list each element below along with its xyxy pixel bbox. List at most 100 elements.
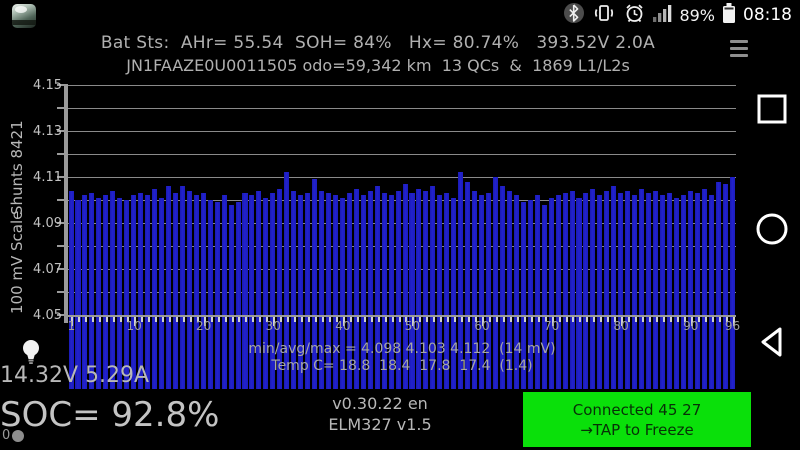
x-axis-tick (357, 317, 359, 322)
android-status-bar: 89% 08:18 (0, 0, 800, 30)
x-axis-tick (524, 317, 526, 322)
x-axis-tick (322, 317, 324, 322)
y-axis-label-scale: 100 mV Scale (8, 205, 26, 320)
aux-voltage-current-readout: 14.32V 5.29A (0, 363, 149, 388)
x-axis-tick (78, 317, 80, 322)
x-axis-tick (218, 317, 220, 322)
x-axis-tick (308, 317, 310, 322)
x-axis-tick (232, 317, 234, 322)
x-axis-tick (378, 317, 380, 322)
gridline (68, 85, 736, 86)
tap-to-freeze-text: →TAP to Freeze (580, 420, 693, 440)
x-axis-tick (433, 317, 435, 322)
x-axis-tick (364, 317, 366, 322)
gray-dot-icon (12, 430, 24, 442)
app-screen: 4.154.134.114.094.074.051102030405060708… (0, 0, 800, 450)
home-circle-icon (754, 211, 790, 247)
x-axis-tick (329, 317, 331, 322)
x-axis-tick (426, 317, 428, 322)
x-axis-tick (517, 317, 519, 322)
x-axis-tick (225, 317, 227, 322)
x-axis-tick (572, 317, 574, 322)
signal-strength-icon (653, 3, 672, 27)
x-axis-tick (496, 317, 498, 322)
y-tick-label: 4.15 (28, 78, 62, 93)
x-axis-tick (663, 317, 665, 322)
x-axis-tick (148, 317, 150, 322)
x-axis-tick (92, 317, 94, 322)
corner-status: 0 (2, 428, 24, 443)
x-axis-tick (315, 317, 317, 322)
x-tick-label: 96 (725, 319, 740, 333)
x-axis-tick (670, 317, 672, 322)
x-axis-tick (586, 317, 588, 322)
version-info: v0.30.22 en ELM327 v1.5 (290, 393, 470, 435)
x-axis-tick (155, 317, 157, 322)
x-axis-tick (99, 317, 101, 322)
y-tick-label: 4.13 (28, 124, 62, 139)
x-axis-tick (600, 317, 602, 322)
connect-status-text: Connected 45 27 (573, 400, 701, 420)
hamburger-menu-icon[interactable] (730, 40, 748, 61)
back-button[interactable] (753, 323, 791, 361)
y-axis-line (64, 85, 68, 323)
x-axis-tick (294, 317, 296, 322)
x-axis-tick (113, 317, 115, 322)
x-axis-tick (468, 317, 470, 322)
leafspy-app-icon (12, 4, 36, 28)
x-axis-tick (649, 317, 651, 322)
vin-odometer-header: JN1FAAZE0U0011505 odo=59,342 km 13 QCs &… (0, 56, 756, 75)
gridline (68, 154, 736, 155)
x-axis-tick (183, 317, 185, 322)
y-tick-label: 4.09 (28, 216, 62, 231)
soc-readout: SOC= 92.8% (0, 395, 219, 435)
home-button[interactable] (753, 210, 791, 248)
x-axis-tick (454, 317, 456, 322)
x-axis-tick (531, 317, 533, 322)
x-axis-tick (712, 317, 714, 322)
app-version-text: v0.30.22 en (290, 393, 470, 414)
x-axis-tick (440, 317, 442, 322)
gridline (68, 131, 736, 132)
x-axis-tick (85, 317, 87, 322)
corner-value-text: 0 (2, 428, 10, 443)
recents-button[interactable] (753, 90, 791, 128)
x-axis-tick (176, 317, 178, 322)
x-axis-tick (190, 317, 192, 322)
x-tick-label: 10 (126, 319, 141, 333)
x-axis-tick (579, 317, 581, 322)
x-axis-tick (677, 317, 679, 322)
back-triangle-icon (754, 324, 790, 360)
x-tick-label: 90 (683, 319, 698, 333)
vibrate-icon (592, 2, 616, 28)
x-axis-tick (705, 317, 707, 322)
x-tick-label: 1 (68, 319, 76, 333)
x-axis-tick (238, 317, 240, 322)
x-axis-tick (642, 317, 644, 322)
x-axis-tick (461, 317, 463, 322)
x-axis-tick (503, 317, 505, 322)
x-axis-tick (169, 317, 171, 322)
x-axis-tick (162, 317, 164, 322)
x-axis-tick (106, 317, 108, 322)
min-avg-max-annotation: min/avg/max = 4.098 4.103 4.112 (14 mV) (68, 341, 736, 357)
x-axis-tick (566, 317, 568, 322)
gridline (68, 177, 736, 178)
battery-percent-text: 89% (679, 6, 715, 25)
x-axis-tick (538, 317, 540, 322)
x-axis-tick (385, 317, 387, 322)
x-axis-tick (447, 317, 449, 322)
x-axis-tick (593, 317, 595, 322)
x-axis-tick (301, 317, 303, 322)
bluetooth-icon (563, 2, 585, 28)
connected-freeze-button[interactable]: Connected 45 27 →TAP to Freeze (523, 392, 751, 447)
x-axis-tick (719, 317, 721, 322)
x-axis-tick (259, 317, 261, 322)
x-axis-tick (510, 317, 512, 322)
battery-stats-header: Bat Sts: AHr= 55.54 SOH= 84% Hx= 80.74% … (0, 33, 756, 53)
x-tick-label: 20 (196, 319, 211, 333)
y-tick-label: 4.07 (28, 262, 62, 277)
recents-square-icon (755, 92, 789, 126)
x-axis-tick (371, 317, 373, 322)
x-tick-label: 30 (266, 319, 281, 333)
